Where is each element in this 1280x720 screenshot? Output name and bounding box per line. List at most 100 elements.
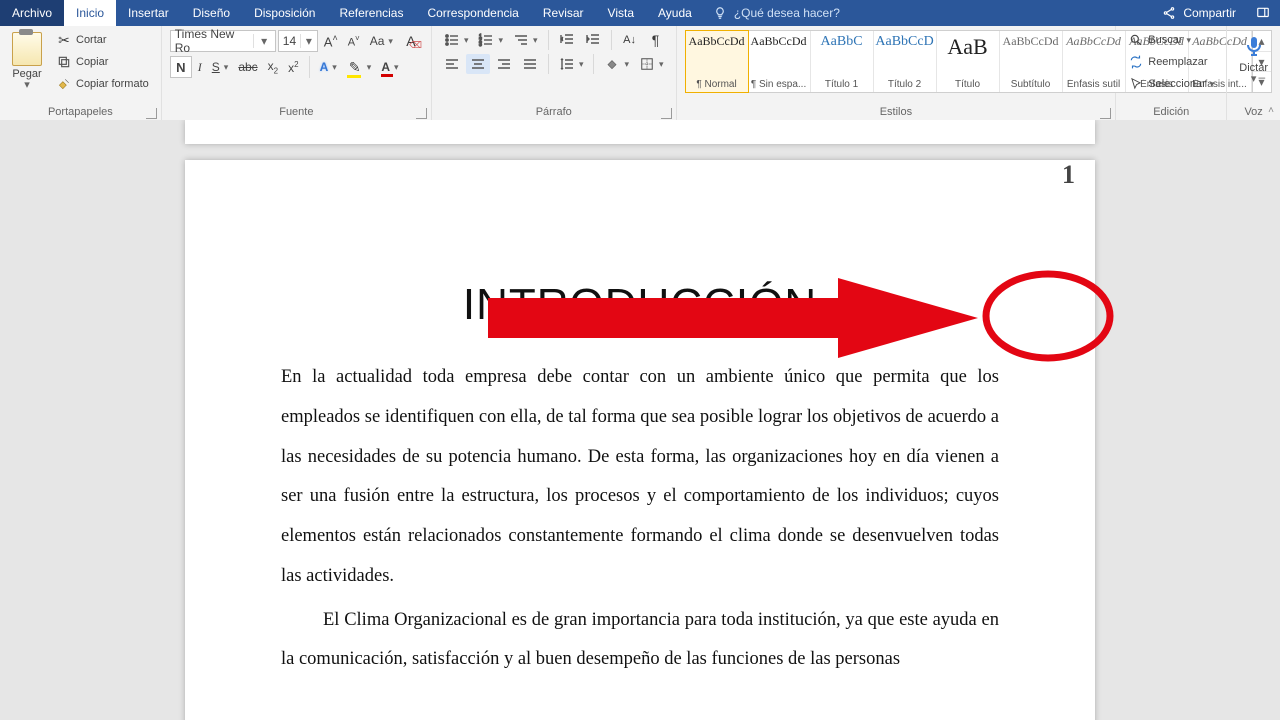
tab-home[interactable]: Inicio <box>64 0 116 26</box>
style-tile[interactable]: AaB Título <box>937 31 1000 92</box>
bullets-icon <box>444 32 460 48</box>
sort-button[interactable]: A↓ <box>618 30 642 50</box>
find-button[interactable]: Buscar ▾ <box>1124 30 1218 50</box>
shading-button[interactable]: ▾ <box>600 54 633 74</box>
bullets-button[interactable]: ▾ <box>440 30 473 50</box>
line-spacing-button[interactable]: ▾ <box>555 54 588 74</box>
style-tile[interactable]: AaBbCTítulo 1 <box>811 31 874 92</box>
increase-indent-button[interactable] <box>581 30 605 50</box>
text-effects-button[interactable]: A▾ <box>316 58 341 76</box>
justify-button[interactable] <box>518 54 542 74</box>
strikethrough-button[interactable]: abc <box>234 58 261 76</box>
highlighter-icon: ✎ <box>347 59 363 75</box>
borders-button[interactable]: ▾ <box>635 54 668 74</box>
group-paragraph: ▾ 123▾ ▾ A↓ ¶ ▾ ▾ ▾ <box>432 26 677 120</box>
paragraph-dialog-launcher[interactable] <box>661 108 672 119</box>
document-workspace[interactable]: 1 INTRODUCCIÓN En la actualidad toda emp… <box>0 120 1280 720</box>
tab-help[interactable]: Ayuda <box>646 0 704 26</box>
comments-pane-button[interactable] <box>1246 0 1280 26</box>
document-body[interactable]: En la actualidad toda empresa debe conta… <box>281 358 999 680</box>
clear-formatting-button[interactable]: A⌫ <box>399 31 423 51</box>
group-label-paragraph: Párrafo <box>440 104 668 118</box>
tab-insert[interactable]: Insertar <box>116 0 181 26</box>
share-button[interactable]: Compartir <box>1151 0 1246 26</box>
bold-button[interactable]: N <box>170 56 192 78</box>
dictate-button[interactable]: Dictar ▾ <box>1235 30 1272 87</box>
tab-view[interactable]: Vista <box>596 0 646 26</box>
align-right-button[interactable] <box>492 54 516 74</box>
paragraph-2[interactable]: El Clima Organizacional es de gran impor… <box>281 601 999 681</box>
decrease-indent-button[interactable] <box>555 30 579 50</box>
subscript-button[interactable]: x2 <box>264 57 282 77</box>
group-label-styles: Estilos <box>685 104 1108 118</box>
tab-layout[interactable]: Disposición <box>242 0 327 26</box>
style-preview: AaBbCcDd <box>689 34 745 49</box>
tell-me-search[interactable]: ¿Qué desea hacer? <box>712 0 840 26</box>
style-name: Subtítulo <box>1011 79 1050 90</box>
font-size-combo[interactable]: 14▾ <box>278 30 318 52</box>
shrink-font-button[interactable]: A˅ <box>344 32 364 51</box>
borders-icon <box>639 56 655 72</box>
italic-button[interactable]: I <box>194 58 206 77</box>
tab-references[interactable]: Referencias <box>327 0 415 26</box>
paint-bucket-icon <box>604 56 620 72</box>
group-label-font: Fuente <box>170 104 423 118</box>
style-tile[interactable]: AaBbCcDd¶ Sin espa... <box>748 31 811 92</box>
tab-design[interactable]: Diseño <box>181 0 242 26</box>
collapse-ribbon-button[interactable]: ˄ <box>1268 105 1274 116</box>
tab-review[interactable]: Revisar <box>531 0 596 26</box>
underline-button[interactable]: S▾ <box>208 58 233 76</box>
style-tile[interactable]: AaBbCcDdSubtítulo <box>1000 31 1063 92</box>
change-case-button[interactable]: Aa▾ <box>366 32 397 50</box>
font-color-button[interactable]: A▾ <box>377 58 402 76</box>
multilevel-list-button[interactable]: ▾ <box>509 30 542 50</box>
style-name: ¶ Normal <box>696 79 736 90</box>
copy-icon <box>56 54 72 70</box>
page-number: 1 <box>1062 160 1075 190</box>
font-name-combo[interactable]: Times New Ro▾ <box>170 30 276 52</box>
styles-dialog-launcher[interactable] <box>1100 108 1111 119</box>
paragraph-1[interactable]: En la actualidad toda empresa debe conta… <box>281 358 999 597</box>
clipboard-dialog-launcher[interactable] <box>146 108 157 119</box>
tab-mailings[interactable]: Correspondencia <box>415 0 530 26</box>
style-tile[interactable]: AaBbCcDTítulo 2 <box>874 31 937 92</box>
align-left-icon <box>444 56 460 72</box>
style-preview: AaB <box>947 34 987 60</box>
font-dialog-launcher[interactable] <box>416 108 427 119</box>
numbering-button[interactable]: 123▾ <box>474 30 507 50</box>
pilcrow-icon: ¶ <box>648 32 664 48</box>
document-page[interactable]: 1 INTRODUCCIÓN En la actualidad toda emp… <box>185 160 1095 720</box>
style-tile[interactable]: AaBbCcDd ¶ Normal <box>685 30 749 93</box>
align-center-button[interactable] <box>466 54 490 74</box>
superscript-button[interactable]: x2 <box>284 58 302 77</box>
format-painter-button[interactable]: Copiar formato <box>52 74 153 94</box>
document-heading[interactable]: INTRODUCCIÓN <box>281 280 999 330</box>
copy-button[interactable]: Copiar <box>52 52 153 72</box>
highlight-button[interactable]: ✎▾ <box>343 57 376 77</box>
show-marks-button[interactable]: ¶ <box>644 30 668 50</box>
tab-file[interactable]: Archivo <box>0 0 64 26</box>
select-button[interactable]: Seleccionar ▾ <box>1124 74 1218 94</box>
replace-icon <box>1128 54 1144 70</box>
cut-button[interactable]: ✂ Cortar <box>52 30 153 50</box>
paintbrush-icon <box>56 76 72 92</box>
replace-button[interactable]: Reemplazar <box>1124 52 1218 72</box>
group-styles: AaBbCcDd¶ NormalAaBbCcDd¶ Sin espa...AaB… <box>677 26 1117 120</box>
align-center-icon <box>470 56 486 72</box>
grow-font-button[interactable]: A˄ <box>320 31 342 51</box>
style-name: Título <box>955 79 980 90</box>
lightbulb-icon <box>712 5 728 21</box>
multilevel-icon <box>513 32 529 48</box>
outdent-icon <box>559 32 575 48</box>
style-preview: AaBbCcD <box>875 34 933 50</box>
align-left-button[interactable] <box>440 54 464 74</box>
clipboard-icon <box>12 32 42 66</box>
indent-icon <box>585 32 601 48</box>
paste-button[interactable]: Pegar ▾ <box>8 30 46 93</box>
style-name: ¶ Sin espa... <box>751 79 806 90</box>
style-preview: AaBbCcDd <box>1066 34 1121 49</box>
align-right-icon <box>496 56 512 72</box>
group-clipboard: Pegar ▾ ✂ Cortar Copiar <box>0 26 162 120</box>
group-label-voice: Voz <box>1235 104 1272 118</box>
scissors-icon: ✂ <box>56 32 72 48</box>
